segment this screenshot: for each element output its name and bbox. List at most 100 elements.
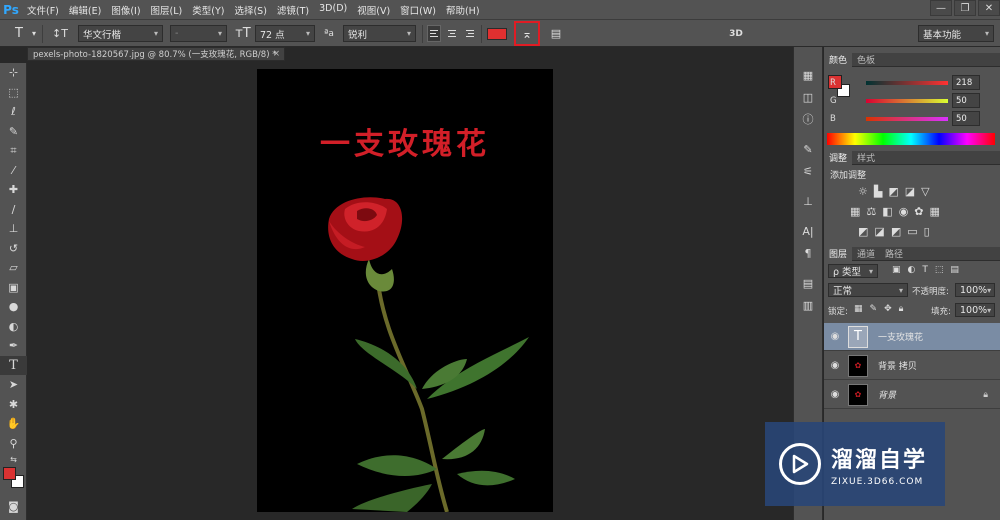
toggle-orientation-icon[interactable]: ↕T <box>50 25 70 42</box>
tab-styles[interactable]: 样式 <box>852 151 880 165</box>
foreground-color-swatch[interactable] <box>3 467 16 480</box>
green-value-input[interactable]: 50 <box>952 93 980 108</box>
align-right-icon[interactable] <box>462 25 476 42</box>
dodge-tool-icon[interactable]: ◐ <box>0 317 27 337</box>
3d-mode-button[interactable]: 3D <box>726 25 746 42</box>
tab-adjustments[interactable]: 调整 <box>824 150 853 165</box>
lock-pixels-icon[interactable]: ✎ <box>870 304 878 314</box>
antialias-dropdown[interactable]: 锐利 ▾ <box>343 25 416 42</box>
menu-item[interactable]: 图像(I) <box>106 3 145 17</box>
document-tab[interactable]: pexels-photo-1820567.jpg @ 80.7% (一支玫瑰花,… <box>27 47 285 61</box>
workspace-dropdown[interactable]: 基本功能 ▾ <box>918 25 994 42</box>
shape-filter-icon[interactable]: ⬚ <box>935 265 944 275</box>
tab-color[interactable]: 颜色 <box>824 52 853 67</box>
menu-item[interactable]: 编辑(E) <box>64 3 106 17</box>
tab-swatches[interactable]: 色板 <box>852 53 880 67</box>
exposure-icon[interactable]: ◪ <box>905 185 915 198</box>
menu-item[interactable]: 窗口(W) <box>395 3 441 17</box>
posterize-icon[interactable]: ◪ <box>874 225 884 238</box>
type-filter-icon[interactable]: T <box>922 265 928 275</box>
info-panel-icon[interactable]: ⓘ <box>794 109 822 129</box>
path-selection-tool-icon[interactable]: ➤ <box>0 375 27 395</box>
notes-panel-icon[interactable]: ▤ <box>794 273 822 293</box>
align-center-icon[interactable] <box>445 25 459 42</box>
layer-row[interactable]: ◉ ✿ 背景 🔒︎ <box>824 381 1000 409</box>
close-button[interactable]: ✕ <box>978 0 1000 16</box>
history-panel-icon[interactable]: ▦ <box>794 65 822 85</box>
menu-item[interactable]: 图层(L) <box>146 3 188 17</box>
opacity-input[interactable]: 100% ▾ <box>955 283 995 297</box>
blur-tool-icon[interactable]: ● <box>0 297 27 317</box>
character-panel-icon[interactable]: ▤ <box>548 25 564 42</box>
zoom-tool-icon[interactable]: ⚲ <box>0 434 27 454</box>
red-value-input[interactable]: 218 <box>952 75 980 90</box>
invert-icon[interactable]: ◩ <box>858 225 868 238</box>
hand-tool-icon[interactable]: ✋ <box>0 414 27 434</box>
color-spectrum-bar[interactable] <box>827 133 995 145</box>
blue-slider[interactable] <box>866 117 948 121</box>
smart-object-filter-icon[interactable]: ▤ <box>950 265 959 275</box>
eye-icon[interactable]: ◉ <box>824 331 846 342</box>
menu-item[interactable]: 类型(Y) <box>187 3 229 17</box>
lock-all-icon[interactable]: 🔒︎ <box>899 304 904 314</box>
brush-tool-icon[interactable]: ∕ <box>0 200 27 220</box>
layer-row[interactable]: ◉ T 一支玫瑰花 <box>824 323 1000 351</box>
levels-icon[interactable]: ▙ <box>874 185 882 198</box>
tab-layers[interactable]: 图层 <box>824 246 853 261</box>
shape-tool-icon[interactable]: ✱ <box>0 395 27 415</box>
tab-channels[interactable]: 通道 <box>852 247 880 261</box>
swap-colors-icon[interactable]: ⇆ <box>0 453 27 465</box>
channel-mixer-icon[interactable]: ✿ <box>914 205 923 218</box>
menu-item[interactable]: 3D(D) <box>314 3 352 17</box>
character-panel-icon[interactable]: A| <box>794 221 822 241</box>
font-size-dropdown[interactable]: 72 点 ▾ <box>255 25 315 42</box>
paragraph-panel-icon[interactable]: ¶ <box>794 243 822 263</box>
adjustment-filter-icon[interactable]: ◐ <box>908 265 916 275</box>
eye-icon[interactable]: ◉ <box>824 389 846 400</box>
gradient-map-icon[interactable]: ▭ <box>907 225 917 238</box>
vibrance-icon[interactable]: ▽ <box>921 185 929 198</box>
color-lookup-icon[interactable]: ▦ <box>930 205 940 218</box>
hue-saturation-icon[interactable]: ▦ <box>850 205 860 218</box>
type-tool-icon[interactable]: T <box>0 355 27 375</box>
quick-select-tool-icon[interactable]: ✎ <box>0 122 27 142</box>
blue-value-input[interactable]: 50 <box>952 111 980 126</box>
green-slider[interactable] <box>866 99 948 103</box>
healing-brush-tool-icon[interactable]: ✚ <box>0 180 27 200</box>
blend-mode-dropdown[interactable]: 正常 ▾ <box>828 283 908 297</box>
curves-icon[interactable]: ◩ <box>888 185 898 198</box>
lock-transparent-icon[interactable]: ▦ <box>854 304 863 314</box>
clone-stamp-tool-icon[interactable]: ⊥ <box>0 219 27 239</box>
selective-color-icon[interactable]: ▯ <box>924 225 930 238</box>
menu-item[interactable]: 视图(V) <box>352 3 395 17</box>
brush-panel-icon[interactable]: ✎ <box>794 139 822 159</box>
crop-tool-icon[interactable]: ⌗ <box>0 141 27 161</box>
text-color-swatch[interactable] <box>487 28 507 40</box>
gradient-tool-icon[interactable]: ▣ <box>0 278 27 298</box>
eraser-tool-icon[interactable]: ▱ <box>0 258 27 278</box>
color-balance-icon[interactable]: ⚖ <box>866 205 876 218</box>
tab-paths[interactable]: 路径 <box>880 247 908 261</box>
document-canvas[interactable]: 一支玫瑰花 <box>257 69 553 512</box>
clone-source-icon[interactable]: ⊥ <box>794 191 822 211</box>
actions-panel-icon[interactable]: ◫ <box>794 87 822 107</box>
lock-position-icon[interactable]: ✥ <box>884 304 892 314</box>
eyedropper-tool-icon[interactable]: ⁄ <box>0 161 27 181</box>
marquee-tool-icon[interactable]: ⬚ <box>0 83 27 103</box>
chevron-down-icon[interactable]: ▾ <box>30 25 38 42</box>
font-family-dropdown[interactable]: 华文行楷 ▾ <box>78 25 163 42</box>
restore-button[interactable]: ❐ <box>954 0 976 16</box>
eye-icon[interactable]: ◉ <box>824 360 846 371</box>
properties-panel-icon[interactable]: ▥ <box>794 295 822 315</box>
warp-text-icon[interactable]: ⌅ <box>514 21 540 46</box>
menu-item[interactable]: 帮助(H) <box>441 3 485 17</box>
minimize-button[interactable]: — <box>930 0 952 16</box>
close-tab-icon[interactable]: × <box>273 49 280 59</box>
pixel-filter-icon[interactable]: ▣ <box>892 265 901 275</box>
red-slider[interactable] <box>866 81 948 85</box>
align-left-icon[interactable] <box>427 25 441 42</box>
pen-tool-icon[interactable]: ✒ <box>0 336 27 356</box>
brush-presets-icon[interactable]: ⚟ <box>794 161 822 181</box>
layer-filter-dropdown[interactable]: ρ 类型 ▾ <box>828 264 878 278</box>
font-style-dropdown[interactable]: - ▾ <box>170 25 227 42</box>
